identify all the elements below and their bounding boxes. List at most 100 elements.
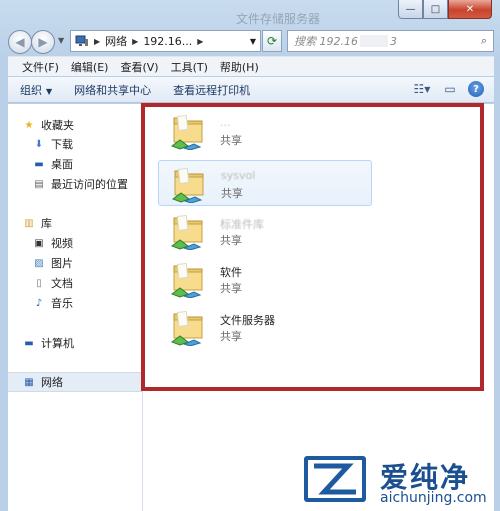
sidebar-label: 网络: [41, 376, 63, 389]
sidebar-label: 收藏夹: [41, 119, 74, 132]
video-icon: ▣: [34, 237, 44, 249]
file-name: 软件: [220, 266, 242, 279]
sidebar-item-documents[interactable]: ▯ 文档: [32, 274, 73, 292]
window-controls: — □ ✕: [398, 0, 492, 19]
list-item[interactable]: 文件服务器 共享: [158, 304, 372, 350]
file-name: 文件服务器: [220, 314, 275, 327]
organize-label: 组织: [20, 83, 42, 97]
view-controls: ☷ ▼ ▭ ?: [412, 81, 484, 97]
sidebar-item-pictures[interactable]: ▨ 图片: [32, 254, 73, 272]
sidebar-item-recent[interactable]: ▤ 最近访问的位置: [32, 175, 128, 193]
chevron-right-icon: ▶: [132, 36, 139, 46]
watermark-url: aichunjing.com: [380, 490, 487, 506]
network-icon: [75, 35, 88, 46]
star-icon: ★: [24, 119, 34, 131]
sidebar-item-favorites[interactable]: ★ 收藏夹: [22, 116, 74, 134]
menu-file[interactable]: 文件(F): [22, 59, 59, 75]
back-arrow-icon: ◀: [15, 35, 25, 49]
downloads-icon: ⬇: [34, 138, 44, 150]
menu-tools[interactable]: 工具(T): [171, 59, 208, 75]
shared-folder-icon: [170, 262, 203, 298]
preview-pane-icon[interactable]: ▭: [440, 81, 460, 97]
file-share-state: 共享: [221, 187, 243, 200]
recent-places-icon: ▤: [34, 178, 44, 190]
sidebar-item-computer[interactable]: ▬ 计算机: [22, 334, 74, 352]
chevron-down-icon: ▼: [46, 86, 53, 96]
search-placeholder-end: 3: [390, 34, 397, 48]
menu-view[interactable]: 查看(V): [120, 59, 158, 75]
content-area: ★ 收藏夹 ⬇ 下载 ▬ 桌面 ▤ 最近访问的位置 ▥ 库 ▣ 视频 ▨ 图片 …: [8, 104, 494, 511]
shared-folder-icon: [170, 310, 203, 346]
help-icon[interactable]: ?: [468, 81, 484, 97]
search-icon[interactable]: ⌕: [481, 34, 487, 48]
breadcrumb-host[interactable]: 192.16...: [143, 35, 192, 48]
sidebar-label: 视频: [51, 237, 73, 250]
document-icon: ▯: [36, 277, 42, 289]
view-options-icon[interactable]: ☷ ▼: [412, 81, 432, 97]
shared-folder-icon: [170, 114, 203, 150]
maximize-button[interactable]: □: [423, 0, 448, 19]
sidebar-label: 库: [41, 217, 52, 230]
refresh-button[interactable]: ⟳: [262, 30, 282, 52]
list-item[interactable]: ... 共享: [158, 108, 372, 154]
search-placeholder: 搜索 192.16: [294, 35, 358, 48]
sidebar-item-downloads[interactable]: ⬇ 下载: [32, 135, 73, 153]
file-share-state: 共享: [220, 282, 242, 295]
watermark: 爱纯净 aichunjing.com: [304, 456, 500, 511]
refresh-icon: ⟳: [266, 34, 278, 48]
list-item[interactable]: 软件 共享: [158, 256, 372, 302]
file-name: sysvol: [221, 169, 256, 182]
sidebar-label: 桌面: [51, 158, 73, 171]
menu-help[interactable]: 帮助(H): [220, 59, 259, 75]
chevron-right-icon[interactable]: ▶: [197, 37, 203, 46]
breadcrumb-network[interactable]: 网络: [105, 33, 127, 49]
search-input[interactable]: 搜索 192.16 3 ⌕: [287, 30, 494, 52]
sidebar-item-desktop[interactable]: ▬ 桌面: [32, 155, 73, 173]
menu-bar: 文件(F) 编辑(E) 查看(V) 工具(T) 帮助(H): [8, 56, 494, 76]
address-dropdown-icon[interactable]: ▼: [250, 37, 256, 46]
network-center-button[interactable]: 网络和共享中心: [74, 82, 151, 98]
sidebar-label: 音乐: [51, 297, 73, 310]
library-icon: ▥: [24, 217, 34, 229]
sidebar-item-libraries[interactable]: ▥ 库: [22, 214, 52, 232]
navigation-row: ◀ ▶ ▼ ▶ 网络 ▶ 192.16... ▶ ▼ ⟳ 搜索 192.16 3…: [0, 28, 500, 54]
desktop-icon: ▬: [34, 158, 44, 170]
menu-edit[interactable]: 编辑(E): [71, 59, 109, 75]
picture-icon: ▨: [34, 257, 44, 269]
sidebar-item-network[interactable]: ▦ 网络: [22, 373, 63, 391]
close-button[interactable]: ✕: [448, 0, 492, 19]
chevron-right-icon: ▶: [94, 36, 101, 46]
file-name: 标准件库: [220, 218, 264, 231]
shared-folder-icon: [171, 167, 204, 203]
explorer-window: 文件存储服务器 — □ ✕ ◀ ▶ ▼ ▶ 网络 ▶ 192.16... ▶ ▼…: [0, 0, 500, 511]
list-item[interactable]: sysvol 共享: [158, 160, 372, 206]
sidebar-label: 下载: [51, 138, 73, 151]
organize-button[interactable]: 组织 ▼: [20, 82, 52, 98]
music-icon: ♪: [35, 297, 43, 309]
sidebar-label: 图片: [51, 257, 73, 270]
network-icon: ▦: [24, 376, 34, 388]
forward-button[interactable]: ▶: [31, 30, 55, 54]
remote-printers-button[interactable]: 查看远程打印机: [173, 82, 250, 98]
blurred-region: [360, 35, 388, 47]
address-bar[interactable]: ▶ 网络 ▶ 192.16... ▶ ▼: [70, 30, 261, 52]
title-bar[interactable]: 文件存储服务器 — □ ✕: [0, 0, 500, 28]
sidebar-item-music[interactable]: ♪ 音乐: [32, 294, 73, 312]
history-dropdown-icon[interactable]: ▼: [58, 36, 64, 45]
forward-arrow-icon: ▶: [38, 35, 48, 49]
back-button[interactable]: ◀: [8, 30, 32, 54]
navigation-pane: ★ 收藏夹 ⬇ 下载 ▬ 桌面 ▤ 最近访问的位置 ▥ 库 ▣ 视频 ▨ 图片 …: [8, 104, 143, 511]
sidebar-label: 文档: [51, 277, 73, 290]
sidebar-label: 最近访问的位置: [51, 178, 128, 191]
list-item[interactable]: 标准件库 共享: [158, 208, 372, 254]
file-list: ... 共享 sysvol 共享 标准件库 共享 软件 共享 文件服务器 共享: [144, 104, 494, 511]
sidebar-label: 计算机: [41, 337, 74, 350]
sidebar-item-videos[interactable]: ▣ 视频: [32, 234, 73, 252]
command-bar: 组织 ▼ 网络和共享中心 查看远程打印机 ☷ ▼ ▭ ?: [8, 77, 494, 103]
file-share-state: 共享: [220, 134, 242, 147]
minimize-button[interactable]: —: [398, 0, 423, 19]
file-share-state: 共享: [220, 234, 242, 247]
watermark-logo: [304, 456, 366, 502]
file-share-state: 共享: [220, 330, 242, 343]
file-name: ...: [220, 116, 231, 129]
